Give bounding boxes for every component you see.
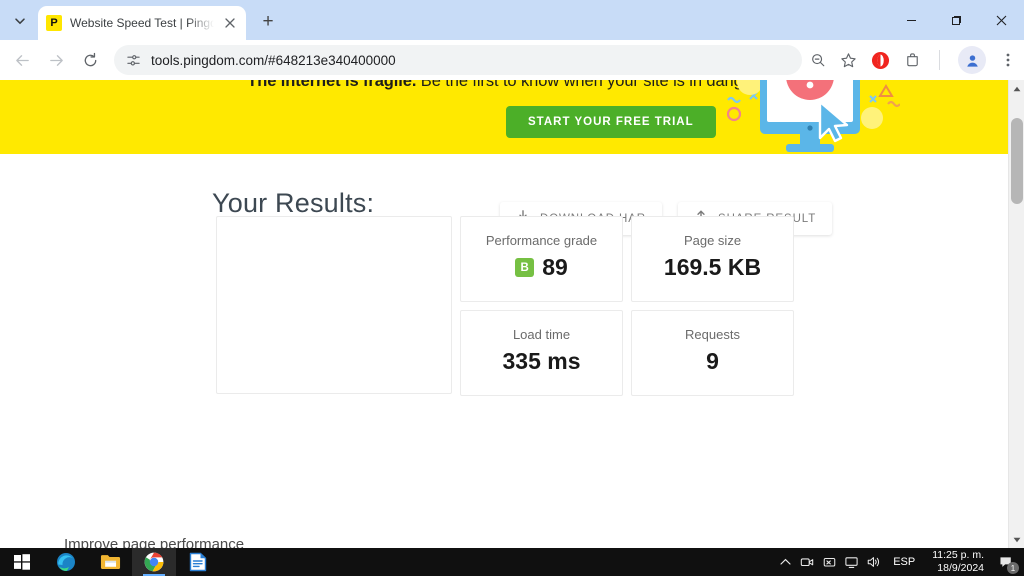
metric-card-load-time: Load time 335 ms (460, 310, 623, 396)
tab-close-icon[interactable] (222, 15, 238, 31)
forward-arrow-icon[interactable] (40, 44, 72, 76)
scroll-up-arrow-icon[interactable] (1009, 80, 1024, 97)
metric-card-performance-grade: Performance grade B 89 (460, 216, 623, 302)
promo-banner: The internet is fragile. Be the first to… (0, 80, 1008, 154)
tab-search-chevron-icon[interactable] (6, 7, 34, 35)
promo-headline-rest: Be the first to know when your site is i… (416, 80, 761, 90)
maximize-icon[interactable] (934, 2, 979, 38)
results-cards: Performance grade B 89 Page size 169.5 K… (216, 216, 794, 396)
zoom-out-icon[interactable] (810, 52, 826, 68)
display-icon[interactable] (840, 548, 862, 576)
tab-strip: P Website Speed Test | Pingdom T + (0, 0, 1024, 40)
toolbar-right-icons (810, 46, 1018, 74)
page-viewport: The internet is fragile. Be the first to… (0, 80, 1024, 548)
page-title: Your Results: (212, 188, 375, 218)
toolbar-divider (939, 50, 940, 70)
metric-label: Performance grade (485, 233, 598, 248)
scrollbar-thumb[interactable] (1011, 118, 1023, 204)
load-time-value: 335 ms (502, 348, 581, 374)
notifications-button[interactable]: 1 (992, 548, 1022, 576)
system-tray: ESP 11:25 p. m. 18/9/2024 1 (774, 548, 1024, 576)
close-icon[interactable] (979, 2, 1024, 38)
back-arrow-icon[interactable] (6, 44, 38, 76)
page-scrollbar[interactable] (1008, 80, 1024, 548)
improve-performance-section: Improve page performance GRADE SUGGESTIO… (64, 536, 944, 548)
document-app-icon[interactable] (176, 548, 220, 576)
new-tab-button[interactable]: + (254, 8, 282, 36)
improve-title: Improve page performance (64, 536, 245, 548)
performance-grade-value: 89 (542, 254, 568, 280)
volume-icon[interactable] (862, 548, 884, 576)
address-bar[interactable]: tools.pingdom.com/#648213e340400000 (114, 45, 802, 75)
opera-extension-icon[interactable] (871, 51, 890, 70)
extensions-icon[interactable] (904, 52, 921, 69)
notification-count-badge: 1 (1007, 562, 1019, 574)
metric-card-page-size: Page size 169.5 KB (631, 216, 794, 302)
results-section: Your Results: DOWNLOAD HAR S (0, 154, 1008, 548)
minimize-icon[interactable] (889, 2, 934, 38)
network-disconnected-icon[interactable] (818, 548, 840, 576)
grade-badge: B (515, 258, 535, 277)
file-explorer-icon[interactable] (88, 548, 132, 576)
chrome-menu-icon[interactable] (1000, 52, 1016, 68)
microsoft-edge-icon[interactable] (44, 548, 88, 576)
requests-value: 9 (706, 348, 719, 374)
results-chart-placeholder-card (216, 216, 452, 394)
address-bar-url: tools.pingdom.com/#648213e340400000 (151, 52, 396, 68)
windows-taskbar: ESP 11:25 p. m. 18/9/2024 1 (0, 548, 1024, 576)
start-windows-icon[interactable] (0, 548, 44, 576)
reload-icon[interactable] (74, 44, 106, 76)
chevron-up-icon[interactable] (774, 548, 796, 576)
browser-tab[interactable]: P Website Speed Test | Pingdom T (38, 6, 246, 40)
scroll-down-arrow-icon[interactable] (1009, 531, 1024, 548)
profile-avatar-icon[interactable] (958, 46, 986, 74)
window-controls (889, 0, 1024, 40)
tab-favicon-pingdom-icon: P (46, 15, 62, 31)
site-settings-tune-icon[interactable] (126, 53, 141, 68)
clock-date: 18/9/2024 (937, 562, 984, 574)
clock[interactable]: 11:25 p. m. 18/9/2024 (924, 549, 992, 575)
page-size-value: 169.5 KB (663, 254, 762, 280)
camera-icon[interactable] (796, 548, 818, 576)
metric-value: B 89 (515, 254, 568, 281)
browser-window: P Website Speed Test | Pingdom T + (0, 0, 1024, 548)
taskbar-apps (0, 548, 220, 576)
metric-label: Requests (685, 327, 740, 342)
promo-headline-bold: The internet is fragile. (247, 80, 417, 90)
tab-title: Website Speed Test | Pingdom T (70, 16, 214, 30)
bookmark-star-icon[interactable] (840, 52, 857, 69)
metric-card-requests: Requests 9 (631, 310, 794, 396)
language-indicator[interactable]: ESP (884, 556, 924, 568)
metric-label: Load time (512, 327, 571, 342)
start-free-trial-button[interactable]: START YOUR FREE TRIAL (506, 106, 716, 138)
google-chrome-icon[interactable] (132, 548, 176, 576)
browser-toolbar: tools.pingdom.com/#648213e340400000 (0, 40, 1024, 80)
alert-monitor-illustration (726, 80, 900, 152)
metric-label: Page size (683, 233, 742, 248)
pingdom-results-page: The internet is fragile. Be the first to… (0, 80, 1008, 548)
clock-time: 11:25 p. m. (932, 549, 984, 561)
